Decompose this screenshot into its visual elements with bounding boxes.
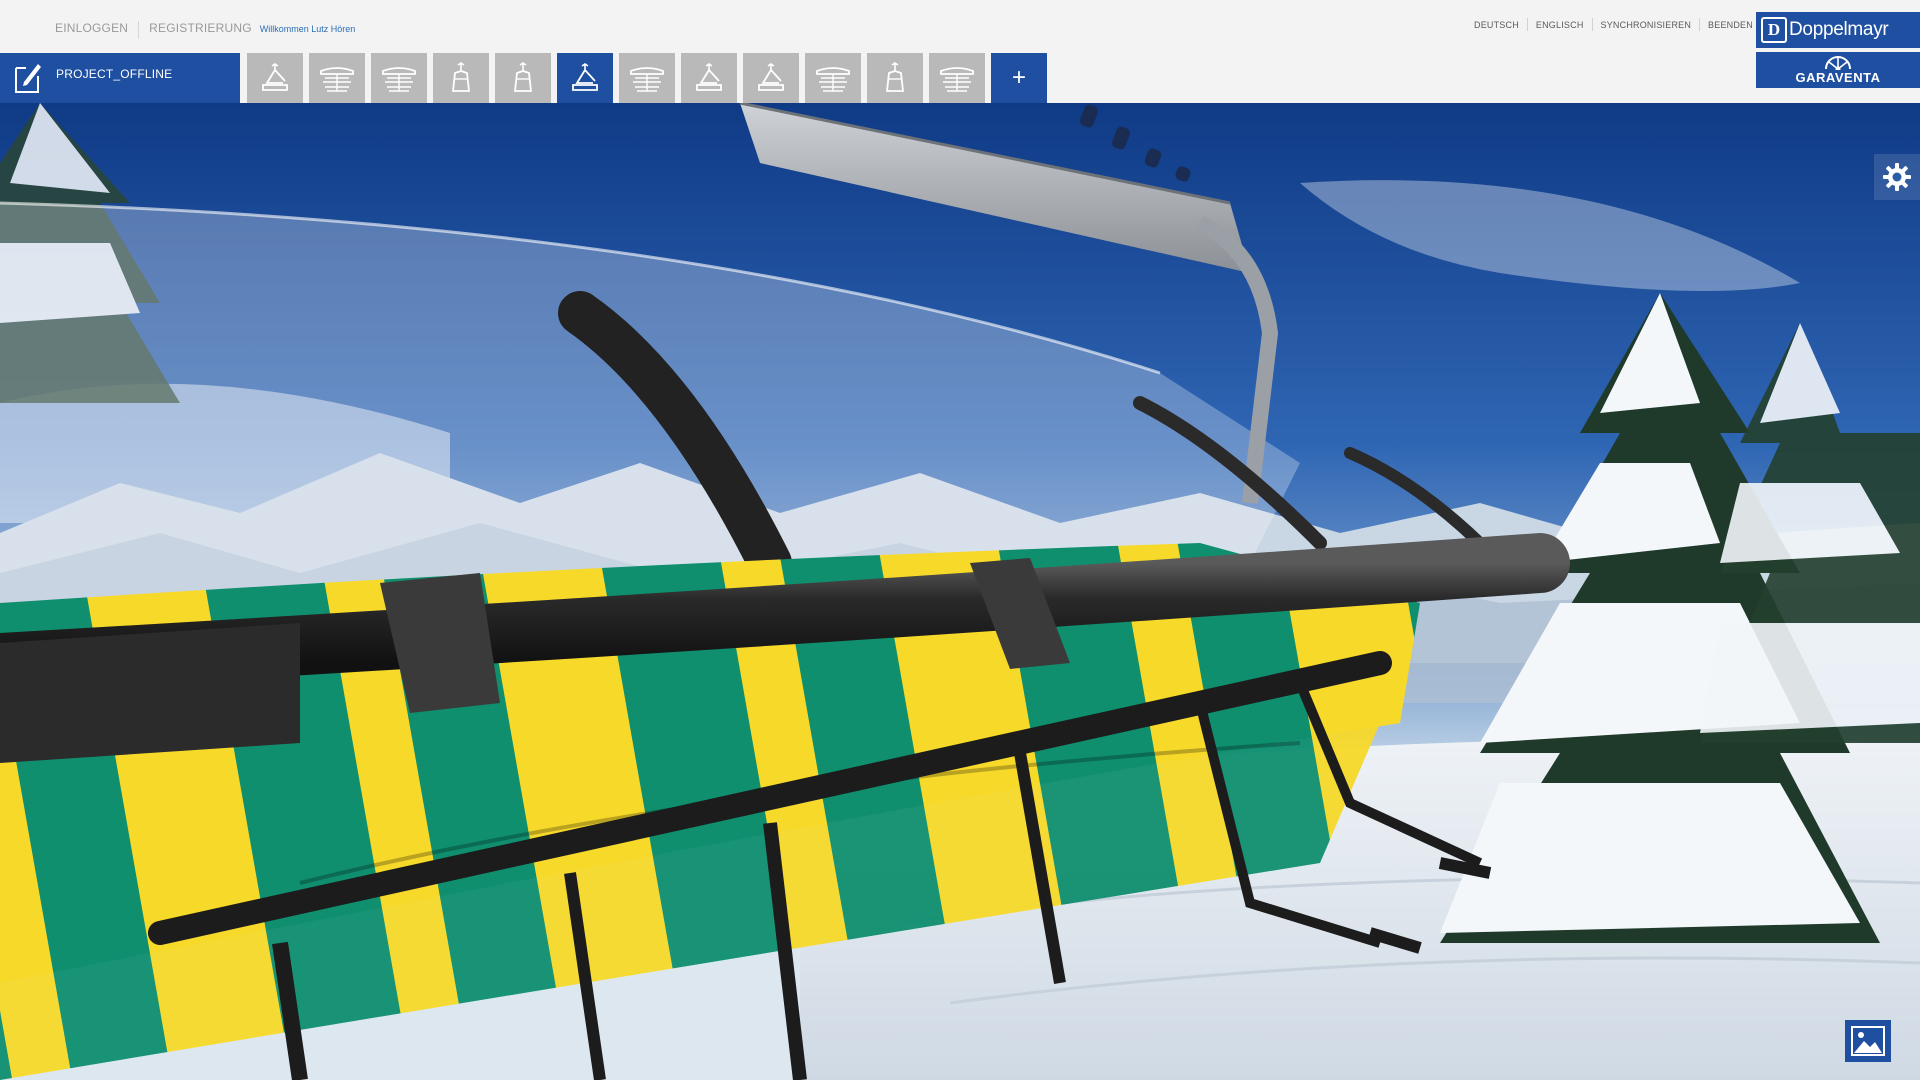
chairlift-bubble-icon: [627, 61, 667, 95]
doppelmayr-mark: D: [1761, 17, 1787, 43]
chairlift-bubble-icon: [317, 61, 357, 95]
3d-viewport[interactable]: [0, 103, 1920, 1080]
chairlift-bubble-icon: [379, 61, 419, 95]
doppelmayr-wordmark: Doppelmayr: [1789, 19, 1889, 40]
login-link[interactable]: EINLOGGEN: [55, 21, 128, 35]
language-nav: DEUTSCH ENGLISCH SYNCHRONISIEREN BEENDEN: [1474, 18, 1753, 31]
chairlift-bench-icon: [258, 61, 292, 95]
add-variant-button[interactable]: +: [991, 53, 1047, 103]
variant-toolbar: PROJECT_OFFLINE +: [0, 53, 1920, 103]
variant-tile[interactable]: [371, 53, 427, 103]
gondola-cabin-icon: [880, 61, 910, 95]
chairlift-bubble-icon: [937, 61, 977, 95]
sync-link[interactable]: SYNCHRONISIEREN: [1601, 20, 1692, 30]
variant-tile[interactable]: [433, 53, 489, 103]
chairlift-bubble-icon: [813, 61, 853, 95]
variant-tile[interactable]: [929, 53, 985, 103]
gear-icon: [1883, 163, 1911, 191]
german-link[interactable]: DEUTSCH: [1474, 20, 1519, 30]
variant-tile[interactable]: [309, 53, 365, 103]
project-selector[interactable]: PROJECT_OFFLINE: [0, 53, 240, 103]
variant-tile[interactable]: [495, 53, 551, 103]
chairlift-render: [0, 103, 1920, 1080]
settings-button[interactable]: [1874, 154, 1920, 200]
gondola-cabin-icon: [446, 61, 476, 95]
chairlift-bench-icon: [754, 61, 788, 95]
english-link[interactable]: ENGLISCH: [1536, 20, 1584, 30]
doppelmayr-logo: D Doppelmayr: [1756, 12, 1920, 48]
divider: [1591, 18, 1593, 31]
auth-links: EINLOGGEN REGISTRIERUNG Willkommen Lutz …: [55, 21, 355, 39]
project-name: PROJECT_OFFLINE: [56, 67, 173, 81]
chairlift-bench-icon: [692, 61, 726, 95]
garaventa-logo: GARAVENTA: [1756, 52, 1920, 88]
document-edit-icon: [15, 64, 41, 93]
register-link[interactable]: REGISTRIERUNG: [149, 21, 252, 35]
gondola-cabin-icon: [508, 61, 538, 95]
variant-tile[interactable]: [557, 53, 613, 103]
background-image-button[interactable]: [1845, 1020, 1891, 1062]
divider: [138, 21, 140, 39]
garaventa-wordmark: GARAVENTA: [1795, 70, 1881, 85]
variant-tile[interactable]: [681, 53, 737, 103]
welcome-message: Willkommen Lutz Hören: [259, 24, 356, 34]
variant-tile[interactable]: [743, 53, 799, 103]
variant-tile[interactable]: [247, 53, 303, 103]
variant-tile[interactable]: [867, 53, 923, 103]
garaventa-wheel-icon: [1825, 56, 1851, 70]
variant-tile[interactable]: [619, 53, 675, 103]
quit-link[interactable]: BEENDEN: [1708, 20, 1753, 30]
divider: [1526, 18, 1528, 31]
divider: [1699, 18, 1701, 31]
top-header: EINLOGGEN REGISTRIERUNG Willkommen Lutz …: [0, 0, 1920, 53]
landscape-image-icon: [1851, 1026, 1885, 1056]
variant-tile[interactable]: [805, 53, 861, 103]
chairlift-bench-icon: [568, 61, 602, 95]
